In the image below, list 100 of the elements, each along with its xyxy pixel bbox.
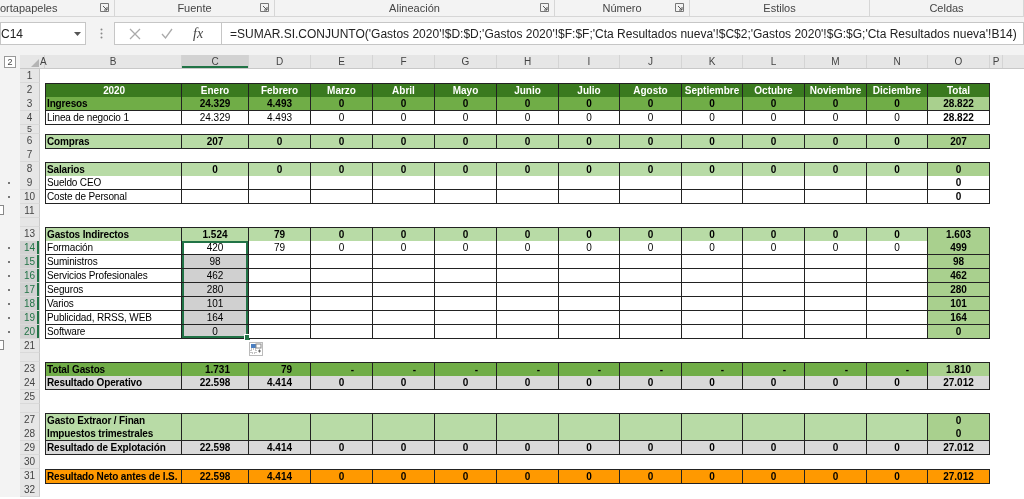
column-header[interactable]: A — [40, 55, 45, 68]
column-header[interactable]: H — [497, 55, 559, 68]
table-cell: 0 — [435, 241, 497, 255]
column-header[interactable]: J — [620, 55, 682, 68]
table-cell: 0 — [620, 134, 682, 149]
table-cell: 4.414 — [249, 376, 311, 390]
row-header[interactable]: 32 — [20, 483, 40, 497]
row-header[interactable]: 4 — [20, 111, 40, 125]
table-cell: 0 — [435, 134, 497, 149]
cancel-icon[interactable] — [129, 27, 141, 40]
row-header[interactable]: 15 — [20, 255, 40, 269]
column-header[interactable]: N — [867, 55, 928, 68]
table-cell: 24.329 — [182, 97, 249, 111]
column-header[interactable]: D — [249, 55, 311, 68]
table-cell: 0 — [805, 441, 867, 455]
table-cell: 164 — [182, 311, 249, 325]
column-header[interactable]: F — [373, 55, 435, 68]
column-header[interactable]: L — [743, 55, 805, 68]
column-header[interactable]: I — [559, 55, 620, 68]
table-cell: 0 — [435, 441, 497, 455]
row-header[interactable]: 3 — [20, 97, 40, 111]
table-cell: 0 — [805, 97, 867, 111]
row-header[interactable]: 19 — [20, 311, 40, 325]
row-header[interactable]: 16 — [20, 269, 40, 283]
row-header[interactable]: 9 — [20, 176, 40, 190]
ribbon-group-label: Fuente — [177, 2, 212, 14]
name-box[interactable]: C14 — [0, 22, 86, 45]
column-header[interactable]: P — [990, 55, 1003, 68]
row-label-cell: Formación — [45, 241, 182, 255]
row-header[interactable]: 28 — [20, 427, 40, 441]
check-icon[interactable] — [161, 27, 173, 40]
total-cell: 27.012 — [928, 376, 990, 390]
row-header[interactable]: 1 — [20, 69, 40, 83]
table-cell: 0 — [559, 441, 620, 455]
table-cell: 0 — [682, 134, 743, 149]
row-header[interactable]: 10 — [20, 190, 40, 204]
table-cell: 0 — [497, 134, 559, 149]
dialog-launcher-icon[interactable] — [540, 3, 549, 12]
total-cell: 462 — [928, 269, 990, 283]
table-cell: 0 — [559, 469, 620, 484]
row-header[interactable]: 18 — [20, 297, 40, 311]
ribbon-group-label: Alineación — [389, 2, 440, 14]
table-cell: 0 — [311, 134, 373, 149]
row-header[interactable]: 25 — [20, 390, 40, 404]
total-cell: 98 — [928, 255, 990, 269]
row-header[interactable]: 21 — [20, 339, 40, 353]
column-header[interactable]: K — [682, 55, 743, 68]
table-cell: 207 — [182, 134, 249, 149]
table-cell: 4.493 — [249, 111, 311, 125]
outline-collapse-button[interactable] — [0, 205, 4, 215]
quick-analysis-icon[interactable] — [249, 342, 263, 356]
total-cell: 0 — [928, 176, 990, 190]
table-cell: 0 — [249, 134, 311, 149]
table-cell: 0 — [805, 111, 867, 125]
column-header[interactable]: O — [928, 55, 990, 68]
row-header[interactable]: 14 — [20, 241, 40, 255]
row-header[interactable]: 7 — [20, 148, 40, 162]
outline-level-button[interactable]: 2 — [4, 56, 16, 68]
table-cell: 0 — [682, 97, 743, 111]
total-cell: 0 — [928, 190, 990, 204]
column-header[interactable]: G — [435, 55, 497, 68]
table-cell: 98 — [182, 255, 249, 269]
row-label-cell: Sueldo CEO — [45, 176, 182, 190]
ribbon-group-label: Celdas — [929, 2, 964, 14]
table-cell: 280 — [182, 283, 249, 297]
table-cell: 4.493 — [249, 97, 311, 111]
row-header[interactable]: 30 — [20, 455, 40, 469]
row-header[interactable]: 11 — [20, 204, 40, 218]
table-cell: 0 — [620, 441, 682, 455]
table-cell: 0 — [867, 111, 928, 125]
table-cell: 24.329 — [182, 111, 249, 125]
row-label-cell: Linea de negocio 1 — [45, 111, 182, 125]
table-cell: 0 — [497, 376, 559, 390]
table-cell: 0 — [373, 376, 435, 390]
row-header[interactable]: 17 — [20, 283, 40, 297]
table-cell: 0 — [867, 97, 928, 111]
total-cell: 28.822 — [928, 111, 990, 125]
table-cell: 0 — [435, 469, 497, 484]
row-header[interactable]: 29 — [20, 441, 40, 455]
column-header[interactable]: E — [311, 55, 373, 68]
row-header[interactable]: 24 — [20, 376, 40, 390]
row-label-cell: Seguros — [45, 283, 182, 297]
total-cell: 101 — [928, 297, 990, 311]
table-cell: 0 — [682, 241, 743, 255]
column-header[interactable]: C — [182, 55, 249, 68]
table-cell: 0 — [620, 111, 682, 125]
table-cell: 79 — [249, 241, 311, 255]
dialog-launcher-icon[interactable] — [100, 3, 109, 12]
table-cell: 4.414 — [249, 441, 311, 455]
formula-field[interactable]: =SUMAR.SI.CONJUNTO('Gastos 2020'!$D:$D;'Gastos 2020'!$F:$F;'Cta Resultados nueva'!$C$2;'Gastos 2020'!$G:$G;'Cta Resultados nueva'!B14) — [222, 22, 1024, 45]
caret-icon[interactable] — [74, 31, 81, 36]
column-header[interactable]: M — [805, 55, 867, 68]
dialog-launcher-icon[interactable] — [260, 3, 269, 12]
outline-collapse-button[interactable] — [0, 340, 4, 350]
dialog-launcher-icon[interactable] — [675, 3, 684, 12]
insert-function-button[interactable]: fx — [193, 25, 204, 42]
table-cell: 22.598 — [182, 376, 249, 390]
table-cell: 0 — [682, 441, 743, 455]
table-cell: 0 — [867, 134, 928, 149]
row-header[interactable]: 20 — [20, 325, 40, 339]
